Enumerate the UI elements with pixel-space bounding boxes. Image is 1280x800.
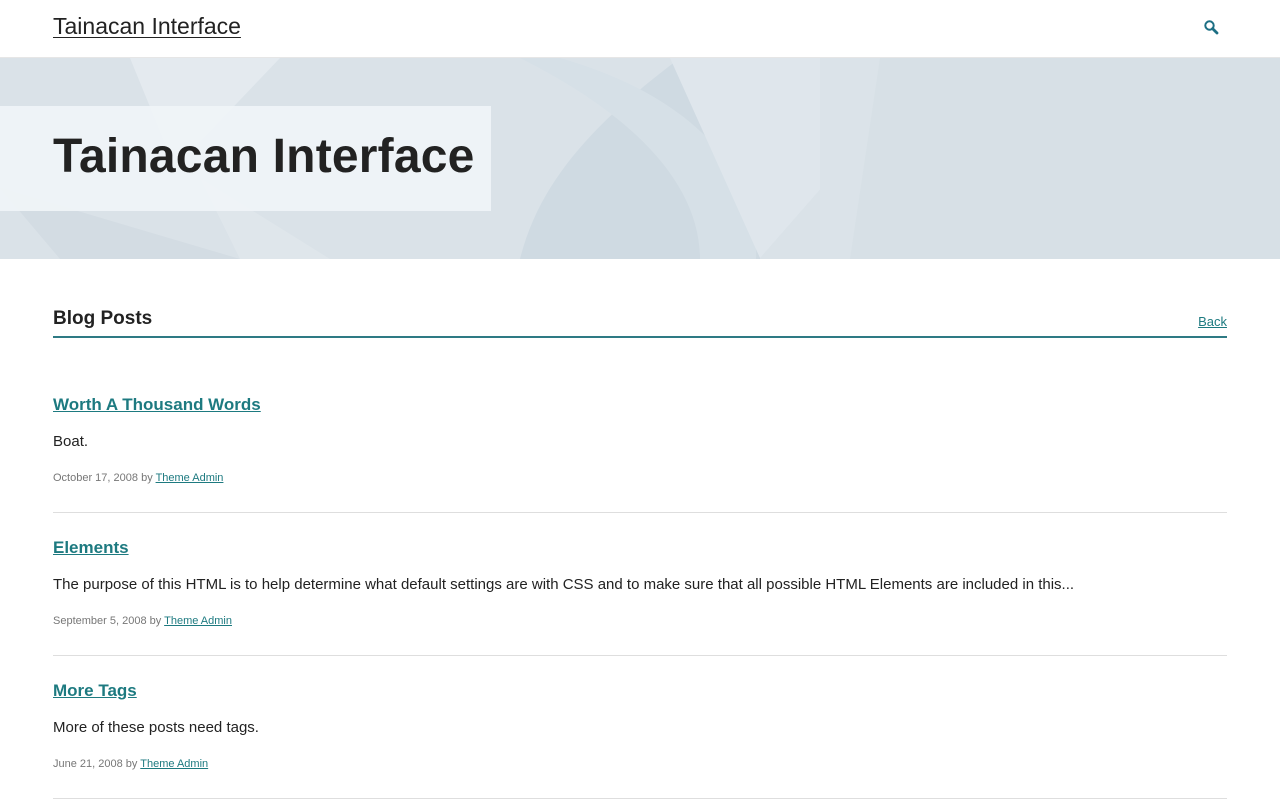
hero-banner: Tainacan Interface (0, 58, 1280, 259)
post-by-label: by (125, 758, 138, 770)
post-date: September 5, 2008 (53, 615, 147, 627)
post-excerpt: The purpose of this HTML is to help dete… (53, 576, 1075, 593)
post-date: June 21, 2008 (53, 758, 123, 770)
list-item: Elements The purpose of this HTML is to … (53, 513, 1227, 656)
post-author-link[interactable]: Theme Admin (140, 758, 208, 770)
section-title: Blog Posts (53, 308, 153, 329)
site-header: Tainacan Interface (0, 0, 1280, 58)
post-title-link[interactable]: Elements (53, 538, 129, 558)
list-item: More Tags More of these posts need tags.… (53, 656, 1227, 799)
post-excerpt: More of these posts need tags. (53, 719, 259, 736)
post-excerpt: Boat. (53, 433, 89, 450)
search-icon (1204, 20, 1219, 35)
post-by-label: by (149, 615, 162, 627)
search-button[interactable] (1200, 16, 1224, 40)
back-link[interactable]: Back (1198, 314, 1227, 329)
list-item: Worth A Thousand Words Boat. October 17,… (53, 392, 1227, 513)
post-author-link[interactable]: Theme Admin (156, 472, 224, 484)
page-title: Tainacan Interface (53, 130, 475, 183)
post-meta: October 17, 2008 by Theme Admin (53, 472, 223, 484)
post-list: Worth A Thousand Words Boat. October 17,… (53, 392, 1227, 799)
site-title-link[interactable]: Tainacan Interface (53, 13, 241, 40)
post-title-link[interactable]: More Tags (53, 681, 137, 701)
section-header: Blog Posts Back (53, 300, 1227, 338)
post-author-link[interactable]: Theme Admin (164, 615, 232, 627)
post-title-link[interactable]: Worth A Thousand Words (53, 395, 261, 415)
post-meta: June 21, 2008 by Theme Admin (53, 758, 208, 770)
post-date: October 17, 2008 (53, 472, 139, 484)
post-meta: September 5, 2008 by Theme Admin (53, 615, 232, 627)
post-by-label: by (141, 472, 153, 484)
main-content: Blog Posts Back Worth A Thousand Words B… (53, 300, 1227, 799)
hero-title-box: Tainacan Interface (0, 106, 491, 211)
